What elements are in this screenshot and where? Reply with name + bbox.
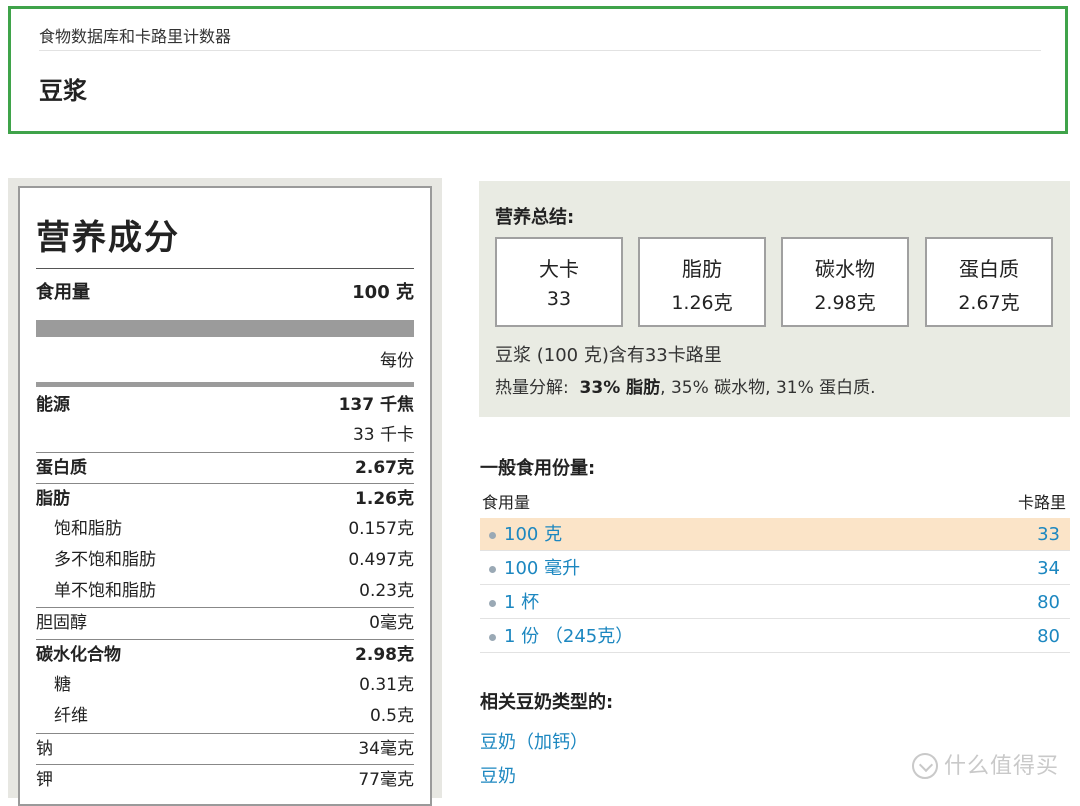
nutrient-value: 0.157克 bbox=[348, 519, 414, 539]
nutrient-label: 钠 bbox=[36, 739, 53, 759]
nutrient-row-sodium: 钠 34毫克 bbox=[36, 733, 414, 764]
nutrient-label: 蛋白质 bbox=[36, 458, 87, 478]
per-serving-header: 每份 bbox=[380, 351, 414, 371]
nutrient-label: 能源 bbox=[36, 395, 70, 415]
serving-calories[interactable]: 80 bbox=[1037, 586, 1060, 619]
nutrient-row-saturated-fat: 饱和脂肪 0.157克 bbox=[36, 514, 414, 544]
serving-row[interactable]: 1 份 （245克） 80 bbox=[480, 620, 1070, 653]
thick-divider bbox=[36, 320, 414, 337]
nutrient-value: 2.67克 bbox=[355, 458, 414, 478]
column-header-calories: 卡路里 bbox=[1017, 493, 1066, 512]
nutrition-facts-label: 营养成分 食用量 100 克 每份 能源 137 千焦 33 千卡 蛋白质 2.… bbox=[18, 186, 432, 806]
serving-row[interactable]: 100 毫升 34 bbox=[480, 552, 1070, 585]
bullet-icon bbox=[489, 566, 496, 573]
nutrient-row-potassium: 钾 77毫克 bbox=[36, 764, 414, 795]
nutrient-row-monounsaturated-fat: 单不饱和脂肪 0.23克 bbox=[36, 576, 414, 606]
related-link[interactable]: 豆奶（加钙） bbox=[480, 728, 588, 754]
breadcrumb[interactable]: 食物数据库和卡路里计数器 bbox=[39, 23, 231, 47]
column-header-serving: 食用量 bbox=[482, 493, 531, 512]
nutrient-row-carbohydrate: 碳水化合物 2.98克 bbox=[36, 639, 414, 670]
calorie-statement: 豆浆 (100 克)含有33卡路里 bbox=[495, 345, 722, 366]
nutrient-value: 0.31克 bbox=[359, 675, 414, 695]
nutrient-row-sugar: 糖 0.31克 bbox=[36, 670, 414, 700]
common-servings-title: 一般食用份量: bbox=[480, 458, 596, 479]
medium-divider bbox=[36, 382, 414, 387]
serving-link[interactable]: 1 份 （245克） bbox=[504, 620, 633, 653]
watermark-logo-icon bbox=[912, 753, 938, 779]
watermark-text: 什么值得买 bbox=[944, 754, 1060, 779]
bullet-icon bbox=[489, 532, 496, 539]
related-title: 相关豆奶类型的: bbox=[480, 692, 614, 713]
header-divider bbox=[39, 50, 1041, 51]
related-link[interactable]: 豆奶 bbox=[480, 762, 516, 788]
serving-link[interactable]: 100 毫升 bbox=[504, 552, 580, 585]
summary-box-carbs: 碳水物 2.98克 bbox=[781, 237, 909, 327]
common-servings-header: 食用量 卡路里 bbox=[480, 488, 1068, 519]
summary-box-fat: 脂肪 1.26克 bbox=[638, 237, 766, 327]
watermark: 什么值得买 bbox=[912, 748, 1059, 780]
summary-box-label: 蛋白质 bbox=[959, 257, 1019, 281]
divider bbox=[36, 268, 414, 269]
nutrient-label: 饱和脂肪 bbox=[54, 519, 122, 539]
serving-calories[interactable]: 33 bbox=[1037, 518, 1060, 551]
nutrition-facts-title: 营养成分 bbox=[36, 218, 180, 258]
nutrient-value: 0毫克 bbox=[369, 613, 414, 633]
nutrient-label: 碳水化合物 bbox=[36, 645, 121, 665]
food-header: 食物数据库和卡路里计数器 豆浆 bbox=[8, 6, 1068, 134]
serving-link[interactable]: 1 杯 bbox=[504, 586, 539, 619]
summary-box-label: 脂肪 bbox=[682, 257, 722, 281]
nutrient-value: 2.98克 bbox=[355, 645, 414, 665]
nutrient-row-energy-kcal: 33 千卡 bbox=[36, 420, 414, 450]
calorie-breakdown: 热量分解: 33% 脂肪, 35% 碳水物, 31% 蛋白质. bbox=[495, 373, 876, 398]
summary-box-value: 33 bbox=[546, 288, 572, 310]
nutrient-value: 0.5克 bbox=[369, 706, 414, 726]
nutrient-row-energy: 能源 137 千焦 bbox=[36, 390, 414, 420]
summary-box-value: 2.98克 bbox=[814, 292, 876, 314]
nutrient-label: 胆固醇 bbox=[36, 613, 87, 633]
nutrient-value: 137 千焦 bbox=[338, 395, 414, 415]
nutrient-value: 34毫克 bbox=[358, 739, 414, 759]
nutrient-row-polyunsaturated-fat: 多不饱和脂肪 0.497克 bbox=[36, 545, 414, 575]
summary-box-value: 1.26克 bbox=[671, 292, 733, 314]
nutrient-label: 纤维 bbox=[54, 706, 88, 726]
serving-row[interactable]: 1 杯 80 bbox=[480, 586, 1070, 619]
nutrient-row-cholesterol: 胆固醇 0毫克 bbox=[36, 607, 414, 638]
nutrient-label: 脂肪 bbox=[36, 489, 70, 509]
summary-box-label: 大卡 bbox=[539, 257, 579, 281]
summary-box-calories: 大卡 33 bbox=[495, 237, 623, 327]
serving-link[interactable]: 100 克 bbox=[504, 518, 562, 551]
nutrient-label: 多不饱和脂肪 bbox=[54, 550, 156, 570]
page-title: 豆浆 bbox=[39, 77, 87, 105]
summary-box-value: 2.67克 bbox=[958, 292, 1020, 314]
summary-box-label: 碳水物 bbox=[815, 257, 875, 281]
breakdown-rest: , 35% 碳水物, 31% 蛋白质. bbox=[660, 378, 876, 398]
serving-size-value: 100 克 bbox=[352, 282, 414, 303]
breakdown-fat: 33% 脂肪 bbox=[579, 378, 661, 398]
nutrient-value: 33 千卡 bbox=[352, 425, 414, 445]
breakdown-prefix: 热量分解: bbox=[495, 378, 569, 398]
nutrient-row-fiber: 纤维 0.5克 bbox=[36, 701, 414, 731]
nutrient-label: 钾 bbox=[36, 770, 53, 790]
serving-size-label: 食用量 bbox=[36, 282, 90, 303]
nutrient-row-protein: 蛋白质 2.67克 bbox=[36, 452, 414, 483]
summary-title: 营养总结: bbox=[495, 207, 575, 228]
nutrient-label: 糖 bbox=[54, 675, 71, 695]
serving-calories[interactable]: 34 bbox=[1037, 552, 1060, 585]
bullet-icon bbox=[489, 634, 496, 641]
serving-row[interactable]: 100 克 33 bbox=[480, 518, 1070, 551]
nutrient-label: 单不饱和脂肪 bbox=[54, 581, 156, 601]
summary-box-protein: 蛋白质 2.67克 bbox=[925, 237, 1053, 327]
nutrient-row-fat: 脂肪 1.26克 bbox=[36, 483, 414, 514]
nutrient-value: 0.23克 bbox=[359, 581, 414, 601]
nutrition-summary-panel: 营养总结: 大卡 33 脂肪 1.26克 碳水物 2.98克 蛋白质 2.67克… bbox=[479, 181, 1070, 417]
nutrient-value: 0.497克 bbox=[348, 550, 414, 570]
serving-calories[interactable]: 80 bbox=[1037, 620, 1060, 653]
nutrient-value: 77毫克 bbox=[358, 770, 414, 790]
bullet-icon bbox=[489, 600, 496, 607]
nutrient-value: 1.26克 bbox=[355, 489, 414, 509]
